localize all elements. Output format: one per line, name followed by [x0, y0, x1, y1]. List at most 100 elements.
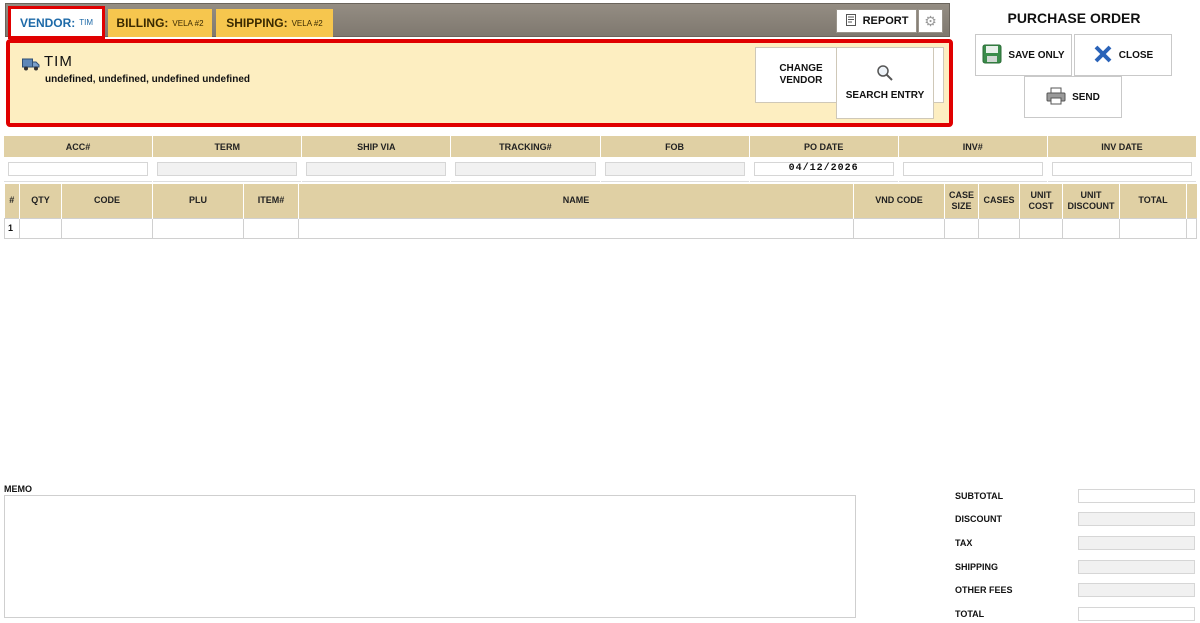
field-tracking: TRACKING#: [451, 136, 601, 182]
tab-bar: VENDOR: TIM BILLING: VELA #2 SHIPPING: V…: [5, 3, 950, 39]
shipping-label: SHIPPING: [955, 561, 999, 572]
discount-label: DISCOUNT: [955, 514, 1002, 525]
column-header: NAME: [298, 184, 854, 218]
totals-panel: SUBTOTAL DISCOUNT TAX SHIPPING OTHER FEE…: [955, 484, 1195, 623]
discount-row: DISCOUNT: [955, 508, 1195, 532]
vendor-panel: TIM undefined, undefined, undefined unde…: [6, 39, 953, 127]
tax-label: TAX: [955, 537, 973, 548]
magnifier-icon: [876, 64, 894, 86]
column-header: CODE: [61, 184, 153, 218]
other-fees-row: OTHER FEES: [955, 578, 1195, 602]
save-only-button[interactable]: SAVE ONLY: [975, 34, 1072, 76]
column-header: #: [4, 184, 20, 218]
field-po-date: PO DATE 04/12/2026: [749, 136, 899, 182]
term-input[interactable]: [157, 162, 298, 176]
close-button[interactable]: CLOSE: [1074, 34, 1172, 76]
tab-shipping[interactable]: SHIPPING: VELA #2: [216, 9, 333, 37]
column-header: CASES: [978, 184, 1020, 218]
shipping-row: SHIPPING: [955, 555, 1195, 579]
row-spacer-cell: [1186, 217, 1197, 239]
field-label: PO DATE: [749, 136, 898, 157]
inv-input[interactable]: [902, 162, 1043, 176]
column-header: VND CODE: [853, 184, 945, 218]
tab-billing[interactable]: BILLING: VELA #2: [108, 9, 212, 37]
other-fees-label: OTHER FEES: [955, 585, 1013, 596]
column-header: UNIT DISCOUNT: [1062, 184, 1120, 218]
send-button[interactable]: SEND: [1024, 76, 1122, 118]
acc-input[interactable]: [8, 162, 149, 176]
po-date-input[interactable]: 04/12/2026: [753, 162, 894, 176]
field-label: TRACKING#: [451, 136, 600, 157]
send-label: SEND: [1072, 91, 1100, 103]
unit-cost-cell[interactable]: [1019, 217, 1063, 239]
column-header: UNIT COST: [1019, 184, 1063, 218]
column-header: CASE SIZE: [944, 184, 979, 218]
qty-cell[interactable]: [19, 217, 62, 239]
tab-billing-value: VELA #2: [172, 18, 204, 28]
cases-cell[interactable]: [978, 217, 1020, 239]
printer-icon: [1046, 87, 1066, 108]
report-button[interactable]: REPORT: [836, 9, 917, 33]
unit-discount-cell[interactable]: [1062, 217, 1120, 239]
search-entry-button[interactable]: SEARCH ENTRY: [836, 47, 934, 119]
column-header-spacer: [1186, 184, 1197, 218]
tax-field[interactable]: [1078, 535, 1195, 550]
table-row[interactable]: 1: [4, 217, 1197, 239]
vnd-code-cell[interactable]: [853, 217, 945, 239]
order-header-fields: ACC# TERM SHIP VIA TRACKING# FOB PO DATE…: [4, 136, 1196, 182]
table-header-row: # QTY CODE PLU ITEM# NAME VND CODE CASE …: [4, 184, 1197, 218]
column-header: TOTAL: [1119, 184, 1187, 218]
gear-icon: ⚙: [924, 12, 937, 29]
close-x-icon: [1093, 44, 1113, 67]
tab-vendor[interactable]: VENDOR: TIM: [8, 6, 105, 39]
tab-billing-label: BILLING:: [116, 16, 169, 30]
total-label: TOTAL: [955, 608, 985, 619]
discount-field[interactable]: [1078, 512, 1195, 527]
vendor-name: TIM: [44, 53, 73, 70]
panel-divider: [934, 47, 944, 103]
subtotal-label: SUBTOTAL: [955, 490, 1004, 501]
truck-icon: [22, 57, 40, 71]
shipping-field[interactable]: [1078, 559, 1195, 574]
case-size-cell[interactable]: [944, 217, 979, 239]
vendor-address: undefined, undefined, undefined undefine…: [45, 74, 250, 85]
settings-button[interactable]: ⚙: [918, 9, 943, 33]
items-table: # QTY CODE PLU ITEM# NAME VND CODE CASE …: [4, 184, 1197, 239]
plu-cell[interactable]: [152, 217, 244, 239]
other-fees-field[interactable]: [1078, 583, 1195, 598]
fob-input[interactable]: [604, 162, 745, 176]
total-cell[interactable]: [1119, 217, 1187, 239]
save-icon: [982, 44, 1002, 67]
change-vendor-label: CHANGE VENDOR: [779, 63, 823, 86]
field-fob: FOB: [600, 136, 750, 182]
memo-textarea[interactable]: [4, 495, 856, 618]
close-label: CLOSE: [1118, 49, 1154, 61]
tracking-input[interactable]: [455, 162, 596, 176]
field-label: INV DATE: [1047, 136, 1196, 157]
report-label: REPORT: [862, 15, 909, 27]
field-label: SHIP VIA: [302, 136, 451, 157]
field-ship-via: SHIP VIA: [302, 136, 452, 182]
column-header: PLU: [152, 184, 244, 218]
row-number-cell: 1: [4, 217, 20, 239]
field-label: INV#: [898, 136, 1047, 157]
inv-date-input[interactable]: [1051, 162, 1192, 176]
save-only-label: SAVE ONLY: [1008, 49, 1065, 61]
code-cell[interactable]: [61, 217, 153, 239]
report-icon: [845, 13, 857, 29]
subtotal-field: [1078, 488, 1195, 503]
field-inv-date: INV DATE: [1047, 136, 1196, 182]
ship-via-input[interactable]: [306, 162, 447, 176]
total-row: TOTAL: [955, 602, 1195, 623]
page-title: PURCHASE ORDER: [1007, 10, 1141, 26]
memo-label: MEMO: [4, 484, 32, 494]
name-cell[interactable]: [298, 217, 854, 239]
field-acc: ACC#: [4, 136, 154, 182]
search-entry-label: SEARCH ENTRY: [845, 90, 925, 101]
tab-vendor-value: TIM: [79, 18, 94, 27]
tab-vendor-label: VENDOR:: [19, 15, 76, 30]
change-vendor-button[interactable]: CHANGE VENDOR: [755, 47, 847, 103]
item-number-cell[interactable]: [243, 217, 299, 239]
subtotal-row: SUBTOTAL: [955, 484, 1195, 508]
field-label: ACC#: [4, 136, 153, 157]
